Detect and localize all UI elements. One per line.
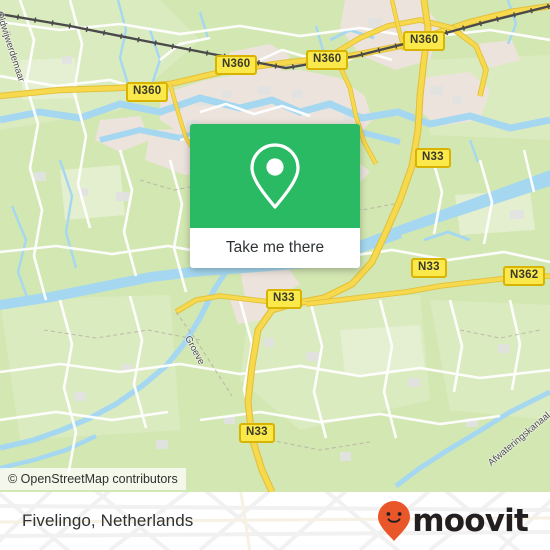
- take-me-there-button[interactable]: Take me there: [190, 228, 360, 268]
- callout-header: [190, 124, 360, 228]
- destination-callout[interactable]: Take me there: [190, 124, 360, 268]
- osm-attribution-text: © OpenStreetMap contributors: [8, 472, 178, 486]
- road-shield: N360: [306, 50, 349, 70]
- road-shield: N360: [215, 55, 258, 75]
- moovit-smiley-pin-icon: [378, 501, 411, 541]
- take-me-there-label: Take me there: [225, 239, 325, 256]
- moovit-map-screen: N360 N360 N360 N360 N33 N33 N362 N33 N33 Oldwijw…: [0, 0, 550, 550]
- road-shield: N360: [126, 82, 169, 102]
- moovit-wordmark: moovit: [412, 502, 529, 539]
- map-pin-icon: [250, 143, 300, 209]
- road-shield: N362: [503, 266, 546, 286]
- road-shield: N33: [239, 423, 275, 443]
- road-shield: N33: [411, 258, 447, 278]
- road-shield: N33: [415, 148, 451, 168]
- road-shield: N360: [403, 31, 446, 51]
- footer-bar: Fivelingo, Netherlands moovit: [0, 492, 550, 550]
- page-title: Fivelingo, Netherlands: [22, 511, 194, 530]
- moovit-logo[interactable]: moovit: [377, 500, 529, 542]
- road-shield: N33: [266, 289, 302, 309]
- osm-attribution[interactable]: © OpenStreetMap contributors: [0, 468, 186, 490]
